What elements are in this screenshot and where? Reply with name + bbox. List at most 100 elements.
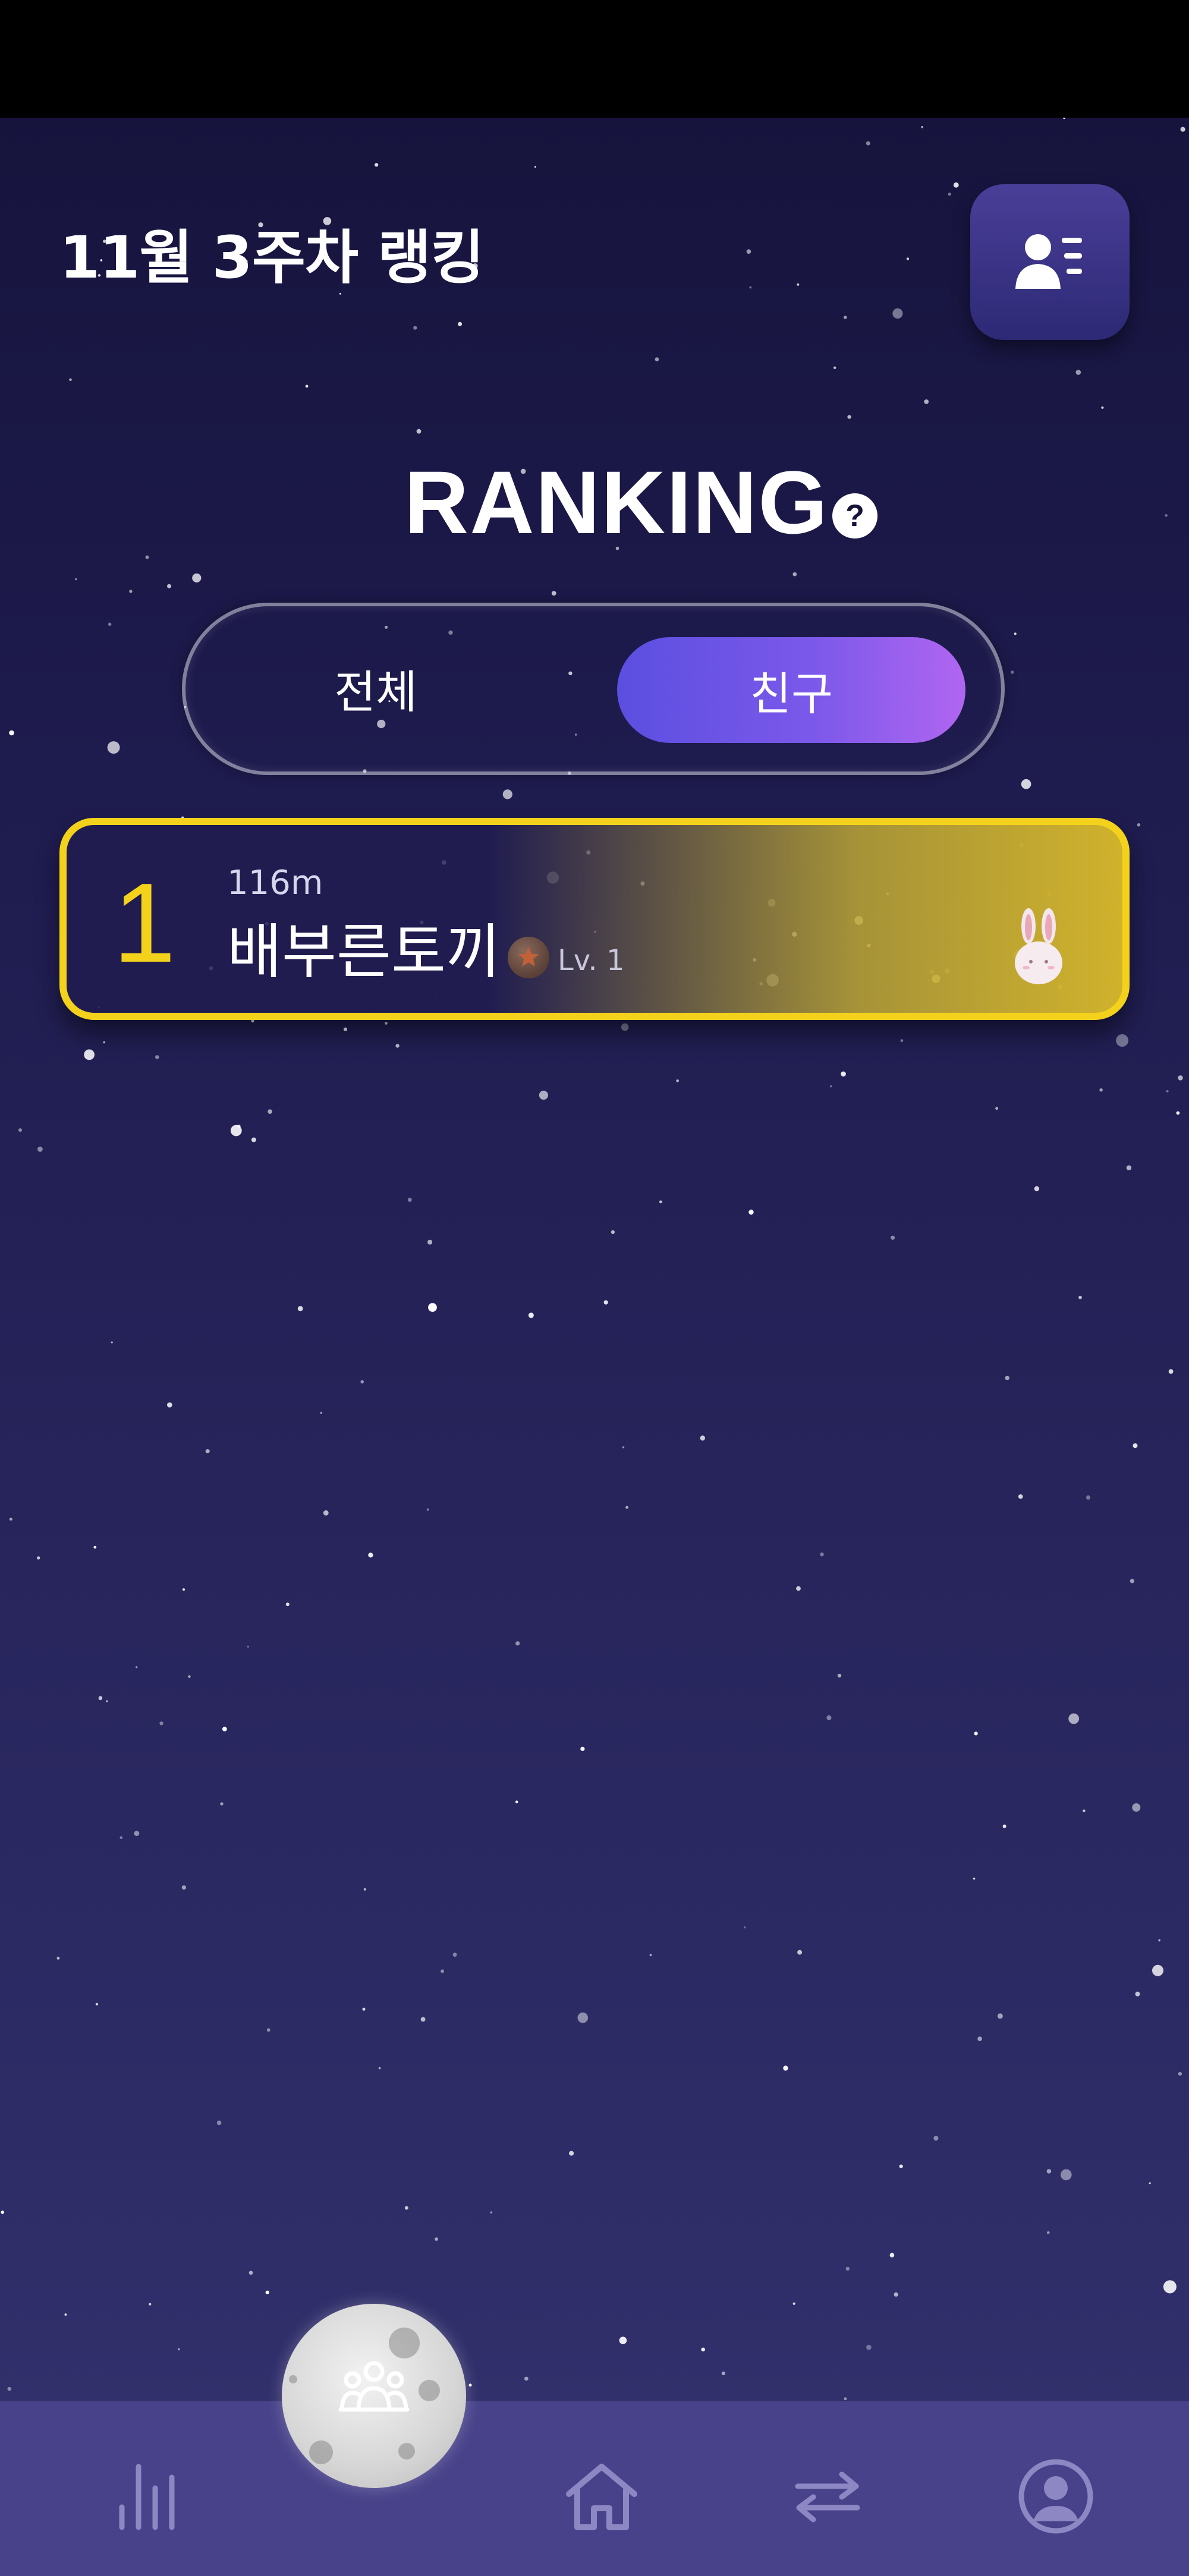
star [749,286,752,289]
star [251,1019,254,1023]
star [866,2345,872,2350]
star [490,2211,493,2214]
bar-chart-icon [119,2464,175,2530]
star [844,2397,847,2400]
star [866,141,870,146]
star [1137,823,1141,827]
star [167,1402,172,1407]
star [458,322,463,326]
star [1149,2182,1151,2184]
star [649,1954,652,1957]
star [995,1107,998,1110]
star [797,1950,803,1955]
star [580,1746,585,1751]
star [1132,1803,1141,1812]
star [1176,1111,1180,1115]
star [222,1727,227,1732]
stats-nav-button[interactable] [106,2455,189,2538]
star [1178,2072,1182,2076]
star [192,573,202,583]
star [524,2376,529,2381]
star [746,249,751,254]
star [183,1588,185,1591]
star [56,1957,60,1960]
star [149,2303,152,2306]
star [1005,1375,1009,1381]
star [792,572,797,577]
star [145,555,149,559]
star [427,1239,433,1245]
star [1130,1579,1134,1583]
star [841,1071,846,1077]
star [1168,1369,1174,1374]
week-ranking-title: 11월 3주차 랭킹 [59,224,485,292]
star [619,2336,627,2344]
star [385,1022,388,1025]
star [1061,2169,1072,2181]
star [1083,1809,1086,1812]
rank-number: 1 [113,860,176,986]
star [502,789,512,799]
star [539,1091,549,1100]
star [98,1696,103,1700]
star [1133,1443,1138,1448]
star [659,1200,662,1204]
star [783,2065,788,2071]
star [891,1235,895,1240]
home-nav-button[interactable] [560,2455,643,2538]
star [1,2210,5,2214]
star [181,1885,186,1890]
star [360,1380,364,1384]
star [305,385,309,388]
star [251,1137,256,1142]
star [721,2372,725,2376]
star [845,2266,850,2271]
star [528,1312,534,1318]
star [1046,2231,1050,2234]
star [93,1545,97,1549]
star [1046,2169,1052,2174]
star [285,1602,290,1607]
star [515,1800,518,1803]
star [108,622,112,626]
ranking-scope-toggle: 전체 친구 [182,603,1005,775]
star [797,283,800,286]
star [9,730,14,736]
friends-ranking-nav-button[interactable] [282,2304,466,2488]
star [924,399,929,404]
star [700,1435,706,1441]
exchange-nav-button[interactable] [786,2455,869,2538]
star [906,257,910,260]
tab-friends[interactable]: 친구 [617,637,965,743]
level-badge-icon [508,937,549,978]
star [655,357,659,361]
status-bar [0,0,1189,118]
star [603,1300,608,1305]
star [534,166,536,168]
tab-all[interactable]: 전체 [197,635,554,742]
star [1158,1939,1160,1942]
friend-list-button[interactable] [970,184,1130,340]
star [844,316,847,319]
star [892,308,903,319]
ranking-list-item[interactable]: 1 116m 배부른토끼 Lv. 1 [59,818,1130,1020]
star [1178,1075,1183,1081]
star [1018,1494,1023,1499]
star [188,1675,191,1678]
star [134,1831,140,1837]
star [826,1715,832,1721]
profile-nav-button[interactable] [1014,2455,1097,2538]
star [1135,1991,1140,1996]
star [847,415,851,419]
star [216,2120,222,2125]
star [744,1926,746,1929]
star [155,1055,159,1059]
star [205,1449,210,1454]
help-icon[interactable]: ? [832,493,877,538]
star [74,578,77,581]
star [1166,1090,1169,1092]
star [837,1674,842,1678]
star [84,1049,95,1060]
star [249,2270,253,2275]
star [701,2347,705,2352]
